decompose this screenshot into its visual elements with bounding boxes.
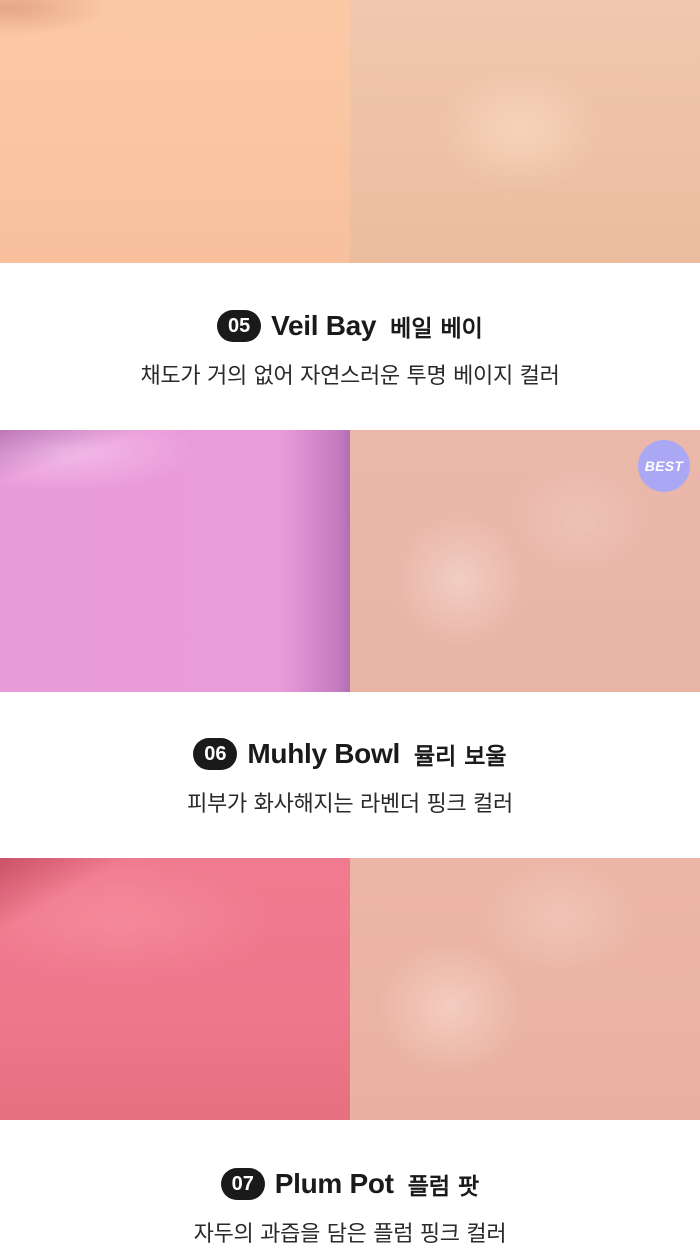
shade-number-badge: 07: [220, 1168, 265, 1200]
product-shade-page: 05 Veil Bay 베일 베이 채도가 거의 없어 자연스러운 투명 베이지…: [0, 0, 700, 1258]
shade-06-swatches: BEST: [0, 430, 700, 692]
shade-05-caption: 05 Veil Bay 베일 베이 채도가 거의 없어 자연스러운 투명 베이지…: [0, 306, 700, 390]
shade-number-badge: 05: [217, 310, 262, 342]
shade-05-skin-swatch-image: [350, 0, 700, 263]
shade-06-skin-swatch-image: BEST: [350, 430, 700, 692]
shade-07-caption: 07 Plum Pot 플럼 팟 자두의 과즙을 담은 플럼 핑크 컬러: [0, 1164, 700, 1248]
shade-05-texture-image: [0, 0, 350, 263]
shade-name-ko: 뮬리 보울: [413, 744, 507, 770]
shade-name-ko: 베일 베이: [390, 316, 483, 342]
shade-name-en: Plum Pot: [274, 1168, 394, 1199]
shade-07-title: 07 Plum Pot 플럼 팟: [0, 1164, 700, 1204]
shade-07-skin-swatch-image: [350, 858, 700, 1120]
shade-description: 채도가 거의 없어 자연스러운 투명 베이지 컬러: [140, 364, 560, 389]
shade-06-texture-image: [0, 430, 350, 692]
shade-06-title: 06 Muhly Bowl 뮬리 보울: [0, 734, 700, 774]
shade-06-caption: 06 Muhly Bowl 뮬리 보울 피부가 화사해지는 라벤더 핑크 컬러: [0, 734, 700, 818]
shade-05-swatches: [0, 0, 700, 263]
shade-number-badge: 06: [193, 738, 238, 770]
shade-05-title: 05 Veil Bay 베일 베이: [0, 306, 700, 346]
shade-07-texture-image: [0, 858, 350, 1120]
best-badge: BEST: [638, 440, 690, 492]
shade-name-en: Veil Bay: [271, 310, 377, 341]
shade-description: 자두의 과즙을 담은 플럼 핑크 컬러: [193, 1222, 507, 1247]
shade-name-ko: 플럼 팟: [407, 1174, 480, 1200]
shade-07-swatches: [0, 858, 700, 1120]
shade-name-en: Muhly Bowl: [247, 738, 400, 769]
shade-description: 피부가 화사해지는 라벤더 핑크 컬러: [187, 792, 513, 817]
